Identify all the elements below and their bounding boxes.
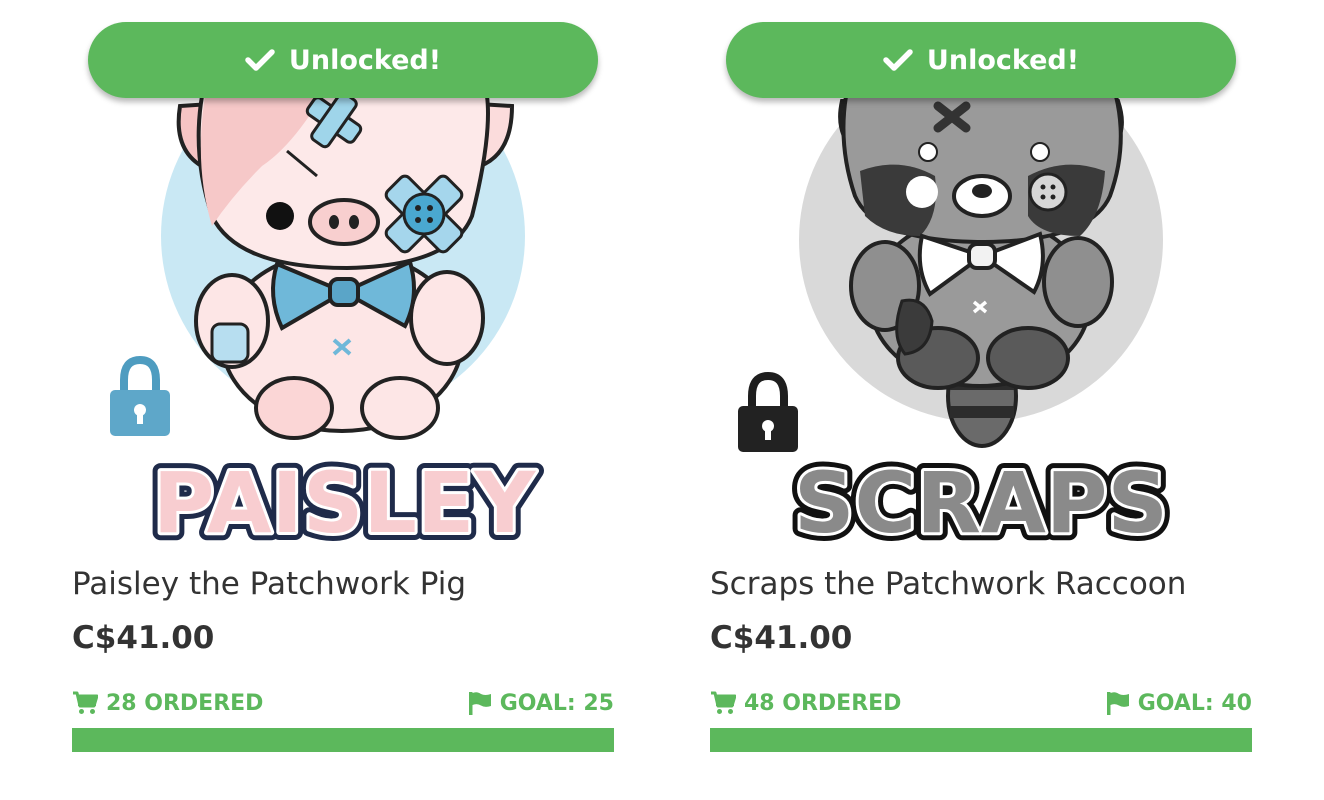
ordered-count: 48 ORDERED (710, 691, 901, 716)
raccoon-foot-right (986, 326, 1070, 390)
product-name[interactable]: Paisley the Patchwork Pig (72, 566, 614, 602)
unlocked-label: Unlocked! (926, 44, 1080, 76)
pig-snout (308, 198, 380, 246)
svg-text:PAISLEY: PAISLEY (153, 454, 537, 552)
svg-text:SCRAPS: SCRAPS (794, 454, 1168, 552)
unlocked-badge: Unlocked! (726, 22, 1236, 98)
ordered-label: 48 ORDERED (744, 690, 902, 716)
goal-count: GOAL: 40 (1106, 691, 1252, 716)
lock-icon-black (738, 371, 798, 452)
pig-button-eye (402, 192, 446, 236)
raccoon-eye (906, 176, 938, 208)
product-logo-scraps: SCRAPS SCRAPS SCRAPS (786, 446, 1176, 554)
shopping-cart-icon (72, 691, 98, 715)
product-grid: Unlocked! PAISLEY PAISLEY PAISLEY Paisle… (0, 0, 1324, 800)
product-image[interactable]: PAISLEY PAISLEY PAISLEY (72, 96, 614, 554)
check-icon (883, 48, 913, 72)
ordered-count: 28 ORDERED (72, 691, 263, 716)
flag-icon (468, 691, 492, 715)
shopping-cart-icon (710, 691, 736, 715)
check-icon (245, 48, 275, 72)
product-price: C$41.00 (710, 620, 853, 656)
pig-eye (266, 202, 294, 230)
lock-icon-blue (110, 355, 170, 436)
pig-arm-right (409, 270, 485, 366)
pig-foot-left (254, 376, 334, 440)
goal-label: GOAL: 40 (1137, 690, 1252, 716)
goal-progress-fill (710, 728, 1252, 752)
pig-foot-right (360, 376, 440, 440)
product-name[interactable]: Scraps the Patchwork Raccoon (710, 566, 1252, 602)
order-stats: 28 ORDERED GOAL: 25 (72, 688, 614, 718)
goal-count: GOAL: 25 (468, 691, 614, 716)
goal-progress-bar (710, 728, 1252, 752)
product-card-paisley[interactable]: Unlocked! PAISLEY PAISLEY PAISLEY Paisle… (72, 0, 614, 800)
unlocked-label: Unlocked! (288, 44, 442, 76)
unlocked-badge: Unlocked! (88, 22, 598, 98)
goal-progress-bar (72, 728, 614, 752)
flag-icon (1106, 691, 1130, 715)
product-logo-paisley: PAISLEY PAISLEY PAISLEY (145, 446, 545, 554)
product-price: C$41.00 (72, 620, 215, 656)
goal-progress-fill (72, 728, 614, 752)
order-stats: 48 ORDERED GOAL: 40 (710, 688, 1252, 718)
raccoon-button-eye (1028, 172, 1068, 212)
ordered-label: 28 ORDERED (106, 690, 264, 716)
product-image[interactable]: SCRAPS SCRAPS SCRAPS (710, 96, 1252, 554)
product-card-scraps[interactable]: Unlocked! SCRAPS SCRAPS SCRAPS Scraps th… (710, 0, 1252, 800)
goal-label: GOAL: 25 (499, 690, 614, 716)
